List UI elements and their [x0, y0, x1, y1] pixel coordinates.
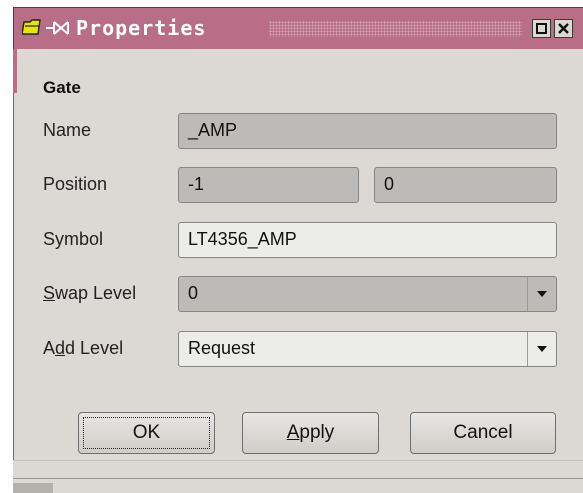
chevron-down-icon	[537, 346, 547, 352]
add-level-select[interactable]: Request	[178, 331, 557, 367]
add-level-label-text: d Level	[65, 338, 124, 358]
swap-level-label: Swap Level	[43, 283, 136, 304]
close-icon	[558, 23, 569, 34]
position-y-field[interactable]: 0	[374, 167, 557, 203]
pin-icon[interactable]	[46, 20, 72, 36]
bottom-divider	[13, 478, 583, 479]
add-level-value: Request	[188, 338, 256, 358]
symbol-field[interactable]: LT4356_AMP	[178, 222, 557, 258]
cancel-button[interactable]: Cancel	[410, 412, 556, 454]
chevron-down-icon	[537, 291, 547, 297]
ok-button[interactable]: OK	[78, 412, 215, 454]
window-bottom-edge	[13, 460, 583, 493]
position-label: Position	[43, 174, 108, 194]
cancel-button-label: Cancel	[453, 422, 513, 443]
group-title: Gate	[43, 78, 81, 97]
titlebar-grip	[269, 21, 522, 37]
name-label: Name	[43, 120, 92, 140]
swap-level-dropdown-button[interactable]	[527, 277, 556, 311]
apply-mnemonic: A	[286, 422, 300, 443]
window-title: Properties	[76, 16, 207, 40]
name-field[interactable]: _AMP	[178, 113, 557, 149]
maximize-icon	[536, 23, 547, 34]
add-level-label: Add Level	[43, 338, 123, 359]
add-level-dropdown-button[interactable]	[527, 332, 556, 366]
maximize-button[interactable]	[532, 19, 551, 38]
swap-level-mnemonic: S	[43, 283, 56, 303]
symbol-label: Symbol	[43, 229, 104, 249]
position-x-field[interactable]: -1	[178, 167, 359, 203]
swap-level-value: 0	[188, 283, 199, 303]
title-bar[interactable]: Properties	[13, 7, 583, 49]
folder-icon	[22, 19, 41, 35]
apply-button-label: pply	[299, 422, 335, 443]
focus-ring	[83, 417, 210, 449]
apply-button[interactable]: Apply	[242, 412, 379, 454]
swap-level-select[interactable]: 0	[178, 276, 557, 312]
dialog-content: Gate Name _AMP Position -1 0 Symbol LT43…	[17, 50, 583, 460]
swap-level-label-text: wap Level	[55, 283, 137, 303]
close-button[interactable]	[554, 19, 573, 38]
add-level-mnemonic: d	[55, 338, 66, 358]
add-level-label-pre: A	[43, 338, 56, 358]
